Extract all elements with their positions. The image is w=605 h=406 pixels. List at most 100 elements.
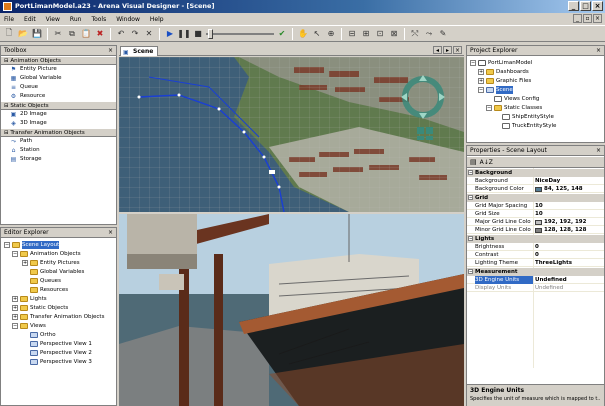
collapse-icon[interactable]: − bbox=[12, 251, 18, 257]
toolbox-item-2d-image[interactable]: ▣ 2D Image bbox=[1, 110, 116, 119]
prop-value[interactable]: 192, 192, 192 bbox=[535, 218, 586, 226]
redo-icon[interactable]: ↷ bbox=[129, 28, 141, 40]
close-icon[interactable]: × bbox=[108, 46, 113, 56]
menu-edit[interactable]: Edit bbox=[24, 16, 36, 23]
prop-value[interactable]: 0 bbox=[535, 243, 539, 251]
open-folder-icon[interactable]: 📂 bbox=[17, 28, 29, 40]
prop-row-contrast[interactable]: Contrast 0 bbox=[467, 251, 604, 259]
toolbox-item-global-variable[interactable]: ▦ Global Variable bbox=[1, 74, 116, 83]
collapse-icon[interactable]: − bbox=[12, 323, 18, 329]
tab-scroll-right-icon[interactable]: ▸ bbox=[443, 46, 452, 54]
copy-icon[interactable]: ⧉ bbox=[66, 28, 78, 40]
check-icon[interactable]: ✔ bbox=[276, 28, 288, 40]
tree-item-perspective-view-3[interactable]: Perspective View 3 bbox=[30, 358, 92, 366]
tree-item-scene-layout[interactable]: − Scene Layout bbox=[4, 241, 60, 249]
collapse-icon[interactable]: − bbox=[468, 269, 473, 274]
expand-icon[interactable]: + bbox=[12, 314, 18, 320]
prop-category-grid[interactable]: − Grid bbox=[467, 194, 604, 202]
paste-icon[interactable]: 📋 bbox=[80, 28, 92, 40]
toolbox-item-queue[interactable]: ≡ Queue bbox=[1, 83, 116, 92]
prop-category-measurement[interactable]: − Measurement bbox=[467, 268, 604, 276]
toolbox-item-station[interactable]: ⌂ Station bbox=[1, 146, 116, 155]
top-view-2d[interactable] bbox=[119, 57, 464, 212]
path-icon[interactable]: ⤳ bbox=[423, 28, 435, 40]
tree-item-ship-entity-style[interactable]: ShipEntityStyle bbox=[502, 113, 554, 121]
slider-thumb[interactable] bbox=[208, 28, 213, 39]
prop-value[interactable]: 0 bbox=[535, 251, 539, 259]
expand-icon[interactable]: + bbox=[22, 260, 28, 266]
tree-item-dashboards[interactable]: + Dashboards bbox=[478, 68, 529, 76]
tree-item-transfer-animation-objects[interactable]: + Transfer Animation Objects bbox=[12, 313, 104, 321]
pan-hand-icon[interactable]: ✋ bbox=[297, 28, 309, 40]
prop-row-major-grid-line-color[interactable]: Major Grid Line Colo 192, 192, 192 bbox=[467, 218, 604, 226]
layout-icon[interactable]: ⊟ bbox=[346, 28, 358, 40]
toolbox-item-path[interactable]: ⤳ Path bbox=[1, 137, 116, 146]
new-file-icon[interactable]: 🗋 bbox=[3, 28, 15, 40]
toolbox-item-entity-picture[interactable]: ⚑ Entity Picture bbox=[1, 65, 116, 74]
tree-item-views-config[interactable]: Views Config bbox=[494, 95, 539, 103]
prop-row-lighting-theme[interactable]: Lighting Theme ThreeLights bbox=[467, 259, 604, 267]
prop-row-display-units[interactable]: Display Units Undefined bbox=[467, 284, 604, 292]
expand-icon[interactable]: + bbox=[478, 69, 484, 75]
stop-icon[interactable]: ■ bbox=[192, 28, 204, 40]
prop-row-background-color[interactable]: Background Color 84, 125, 148 bbox=[467, 185, 604, 193]
prop-value[interactable]: ThreeLights bbox=[535, 259, 572, 267]
prop-row-grid-major-spacing[interactable]: Grid Major Spacing 10 bbox=[467, 202, 604, 210]
collapse-icon[interactable]: − bbox=[4, 242, 10, 248]
tree-item-static-objects[interactable]: + Static Objects bbox=[12, 304, 68, 312]
prop-value[interactable]: NiceDay bbox=[535, 177, 560, 185]
toolbox-item-3d-image[interactable]: ◈ 3D Image bbox=[1, 119, 116, 128]
tab-scroll-left-icon[interactable]: ◂ bbox=[433, 46, 442, 54]
undo-icon[interactable]: ↶ bbox=[115, 28, 127, 40]
highlight-icon[interactable]: ✎ bbox=[437, 28, 449, 40]
prop-row-3d-engine-units[interactable]: 3D Engine Units Undefined bbox=[467, 276, 604, 284]
align-icon[interactable]: ⊠ bbox=[388, 28, 400, 40]
speed-slider[interactable] bbox=[206, 28, 274, 39]
delete-icon[interactable]: ✖ bbox=[94, 28, 106, 40]
tree-item-project-root[interactable]: − PortLimanModel bbox=[470, 59, 532, 67]
prop-row-grid-size[interactable]: Grid Size 10 bbox=[467, 210, 604, 218]
toolbox-category-transfer[interactable]: ⊟ Transfer Animation Objects bbox=[1, 128, 116, 137]
collapse-icon[interactable]: − bbox=[468, 236, 473, 241]
tree-item-ortho[interactable]: Ortho bbox=[30, 331, 56, 339]
mdi-minimize-button[interactable]: _ bbox=[573, 14, 582, 23]
menu-help[interactable]: Help bbox=[150, 16, 164, 23]
stop-x-icon[interactable]: ✕ bbox=[143, 28, 155, 40]
toolbox-category-static[interactable]: ⊟ Static Objects bbox=[1, 101, 116, 110]
snap-icon[interactable]: ⊡ bbox=[374, 28, 386, 40]
expand-icon[interactable]: + bbox=[12, 305, 18, 311]
maximize-button[interactable]: □ bbox=[580, 1, 591, 11]
pause-icon[interactable]: ❚❚ bbox=[177, 28, 190, 40]
prop-row-background[interactable]: Background NiceDay bbox=[467, 177, 604, 185]
menu-view[interactable]: View bbox=[46, 16, 60, 23]
expand-icon[interactable]: + bbox=[12, 296, 18, 302]
close-icon[interactable]: × bbox=[453, 46, 462, 54]
categorized-icon[interactable]: ▤ bbox=[470, 158, 477, 166]
menu-run[interactable]: Run bbox=[70, 16, 82, 23]
tree-item-views[interactable]: − Views bbox=[12, 322, 46, 330]
close-icon[interactable]: × bbox=[108, 228, 113, 238]
collapse-icon[interactable]: − bbox=[468, 195, 473, 200]
tree-item-perspective-view-1[interactable]: Perspective View 1 bbox=[30, 340, 92, 348]
perspective-view-3d[interactable] bbox=[119, 214, 464, 406]
tree-item-scene[interactable]: − Scene bbox=[478, 86, 513, 94]
prop-category-lights[interactable]: − Lights bbox=[467, 235, 604, 243]
close-icon[interactable]: × bbox=[596, 146, 601, 156]
mdi-restore-button[interactable]: ▫ bbox=[583, 14, 592, 23]
tree-item-global-variables[interactable]: Global Variables bbox=[30, 268, 84, 276]
zoom-icon[interactable]: ⊕ bbox=[325, 28, 337, 40]
toolbox-category-animation[interactable]: ⊟ Animation Objects bbox=[1, 56, 116, 65]
tree-item-lights[interactable]: + Lights bbox=[12, 295, 47, 303]
tab-scene[interactable]: ▣ Scene bbox=[120, 46, 159, 56]
prop-value[interactable]: 10 bbox=[535, 202, 543, 210]
save-icon[interactable]: 💾 bbox=[31, 28, 43, 40]
prop-row-minor-grid-line-color[interactable]: Minor Grid Line Colo 128, 128, 128 bbox=[467, 226, 604, 234]
station-marker[interactable] bbox=[269, 170, 275, 174]
tree-item-resources[interactable]: Resources bbox=[30, 286, 68, 294]
close-button[interactable]: × bbox=[592, 1, 603, 11]
play-icon[interactable]: ▶ bbox=[164, 28, 176, 40]
tree-item-perspective-view-2[interactable]: Perspective View 2 bbox=[30, 349, 92, 357]
minimize-button[interactable]: _ bbox=[568, 1, 579, 11]
toolbox-item-resource[interactable]: ⚙ Resource bbox=[1, 92, 116, 101]
tree-item-queues[interactable]: Queues bbox=[30, 277, 61, 285]
